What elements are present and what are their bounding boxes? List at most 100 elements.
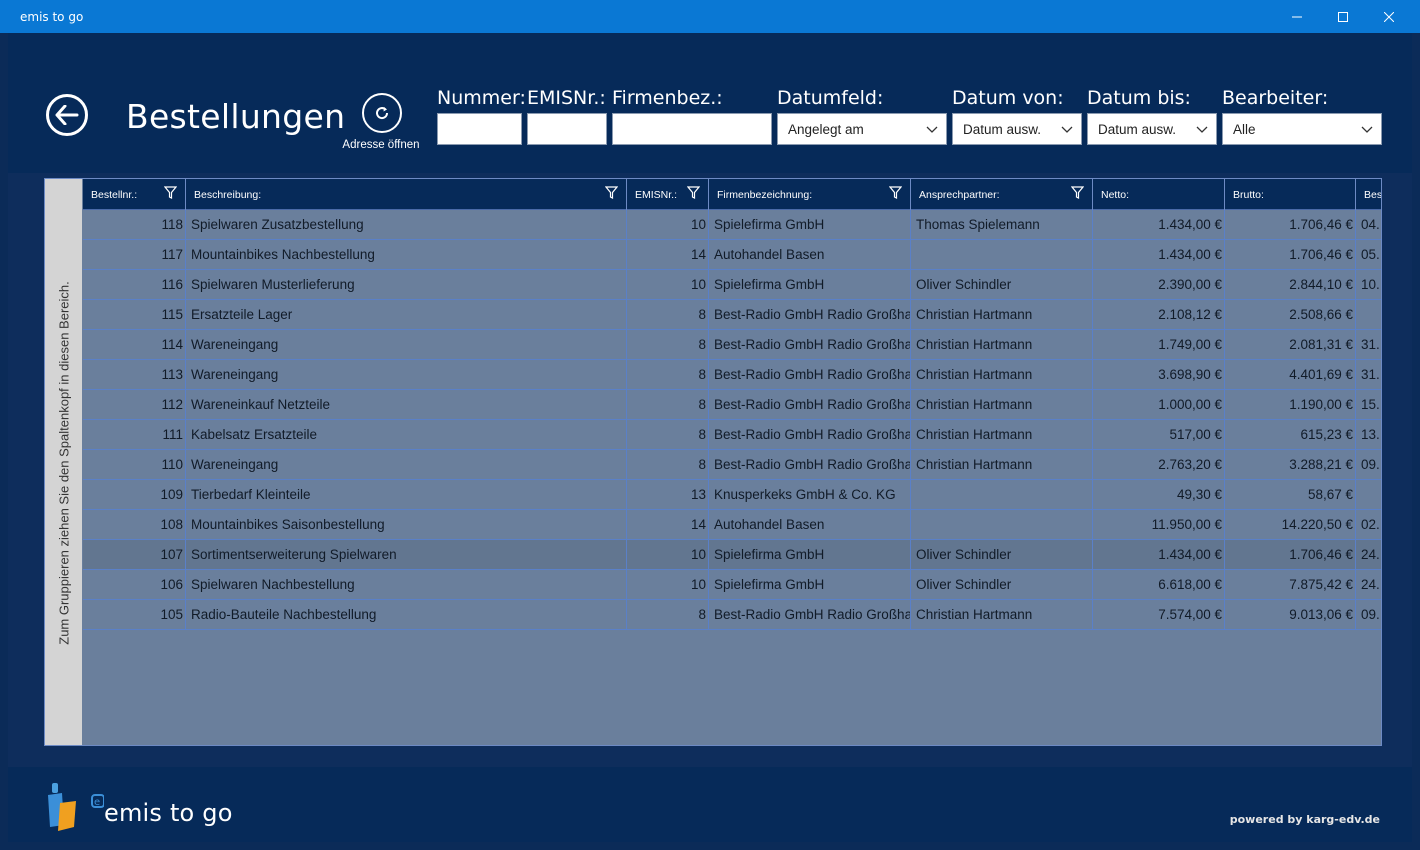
col-emisnr-cell: 14 (627, 240, 709, 270)
table-row[interactable]: 111 Kabelsatz Ersatzteile 8 Best-Radio GmbH… (83, 420, 1381, 450)
col-bestelldatum-cell: 09. (1356, 450, 1381, 480)
emisnr-input[interactable] (527, 113, 607, 145)
close-button[interactable] (1366, 0, 1412, 33)
filter-icon[interactable] (1071, 186, 1084, 199)
col-bestelldatum-cell: 04. (1356, 210, 1381, 240)
col-beschreibung-cell: Radio-Bauteile Nachbestellung (186, 600, 627, 630)
back-button[interactable] (46, 94, 88, 136)
filter-icon[interactable] (687, 186, 700, 199)
table-row[interactable]: 114 Wareneingang 8 Best-Radio GmbH Radio Gr… (83, 330, 1381, 360)
col-ansprechpartner-cell: Christian Hartmann (911, 330, 1093, 360)
nummer-input[interactable] (437, 113, 522, 145)
open-address-button[interactable]: Adresse öffnen (338, 93, 424, 155)
col-netto-cell: 49,30 € (1093, 480, 1225, 510)
col-netto-cell: 2.108,12 € (1093, 300, 1225, 330)
page-header: Bestellungen Adresse öffnen Nummer: EMIS… (8, 33, 1412, 173)
col-brutto-cell: 1.706,46 € (1225, 240, 1356, 270)
table-row[interactable]: 115 Ersatzteile Lager 8 Best-Radio GmbH Rad… (83, 300, 1381, 330)
table-row[interactable]: 105 Radio-Bauteile Nachbestellung 8 Best-Ra… (83, 600, 1381, 630)
col-brutto-cell: 3.288,21 € (1225, 450, 1356, 480)
column-header-label: Brutto: (1233, 189, 1264, 201)
col-netto-cell: 7.574,00 € (1093, 600, 1225, 630)
table-row[interactable]: 112 Wareneinkauf Netzteile 8 Best-Radio Gmb… (83, 390, 1381, 420)
datum-bis-label: Datum bis: (1087, 87, 1191, 109)
group-hint: Zum Gruppieren ziehen Sie den Spaltenkop… (56, 281, 72, 645)
col-netto-cell: 3.698,90 € (1093, 360, 1225, 390)
datum-von-picker[interactable]: Datum ausw. (952, 113, 1082, 145)
col-brutto-header[interactable]: Brutto: (1225, 179, 1356, 210)
emis-logo-icon: e (48, 783, 104, 831)
col-ansprechpartner-cell (911, 240, 1093, 270)
col-ansprechpartner-cell: Thomas Spielemann (911, 210, 1093, 240)
col-netto-cell: 6.618,00 € (1093, 570, 1225, 600)
col-netto-cell: 1.434,00 € (1093, 540, 1225, 570)
col-bestelldatum-cell: 31. (1356, 330, 1381, 360)
col-brutto-cell: 1.706,46 € (1225, 210, 1356, 240)
filter-icon[interactable] (605, 186, 618, 199)
col-brutto-cell: 1.190,00 € (1225, 390, 1356, 420)
col-brutto-cell: 14.220,50 € (1225, 510, 1356, 540)
col-bestellnr-cell: 118 (83, 210, 186, 240)
col-netto-header[interactable]: Netto: (1093, 179, 1225, 210)
table-row[interactable]: 118 Spielwaren Zusatzbestellung 10 Spielefi… (83, 210, 1381, 240)
group-panel[interactable]: Zum Gruppieren ziehen Sie den Spaltenkop… (45, 179, 82, 745)
col-firmenbezeichnung-cell: Spielefirma GmbH (709, 570, 911, 600)
col-beschreibung-cell: Spielwaren Nachbestellung (186, 570, 627, 600)
bearbeiter-select[interactable]: Alle (1222, 113, 1382, 145)
col-emisnr-cell: 8 (627, 450, 709, 480)
col-bestellnr-cell: 112 (83, 390, 186, 420)
maximize-button[interactable] (1320, 0, 1366, 33)
col-beschreibung-cell: Spielwaren Musterlieferung (186, 270, 627, 300)
grid-body: 118 Spielwaren Zusatzbestellung 10 Spielefi… (83, 210, 1381, 630)
col-firmenbezeichnung-cell: Spielefirma GmbH (709, 210, 911, 240)
table-row[interactable]: 116 Spielwaren Musterlieferung 10 Spielefir… (83, 270, 1381, 300)
datum-bis-picker[interactable]: Datum ausw. (1087, 113, 1217, 145)
table-row[interactable]: 106 Spielwaren Nachbestellung 10 Spielefirm… (83, 570, 1381, 600)
col-firmenbezeichnung-cell: Knusperkeks GmbH & Co. KG (709, 480, 911, 510)
col-bestellnr-cell: 110 (83, 450, 186, 480)
table-row[interactable]: 108 Mountainbikes Saisonbestellung 14 Autoh… (83, 510, 1381, 540)
col-ansprechpartner-cell: Christian Hartmann (911, 450, 1093, 480)
table-row[interactable]: 110 Wareneingang 8 Best-Radio GmbH Radio Gr… (83, 450, 1381, 480)
col-emisnr-cell: 10 (627, 570, 709, 600)
col-emisnr-header[interactable]: EMISNr.: (627, 179, 709, 210)
powered-by-link[interactable]: powered by karg-edv.de (1230, 813, 1380, 826)
refresh-icon (362, 93, 402, 133)
col-beschreibung-header[interactable]: Beschreibung: (186, 179, 627, 210)
col-emisnr-cell: 10 (627, 270, 709, 300)
col-beschreibung-cell: Kabelsatz Ersatzteile (186, 420, 627, 450)
chevron-down-icon (1196, 126, 1208, 133)
orders-grid: Zum Gruppieren ziehen Sie den Spaltenkop… (44, 178, 1382, 746)
filter-icon[interactable] (164, 186, 177, 199)
col-ansprechpartner-cell: Christian Hartmann (911, 360, 1093, 390)
col-beschreibung-cell: Wareneinkauf Netzteile (186, 390, 627, 420)
col-bestellnr-header[interactable]: Bestellnr.: (83, 179, 186, 210)
col-beschreibung-cell: Wareneingang (186, 330, 627, 360)
table-row[interactable]: 113 Wareneingang 8 Best-Radio GmbH Radio Gr… (83, 360, 1381, 390)
col-ansprechpartner-cell: Oliver Schindler (911, 270, 1093, 300)
col-ansprechpartner-cell: Christian Hartmann (911, 300, 1093, 330)
table-row[interactable]: 117 Mountainbikes Nachbestellung 14 Autohan… (83, 240, 1381, 270)
minimize-button[interactable] (1274, 0, 1320, 33)
col-emisnr-cell: 8 (627, 420, 709, 450)
col-firmenbezeichnung-cell: Spielefirma GmbH (709, 540, 911, 570)
col-beschreibung-cell: Wareneingang (186, 450, 627, 480)
col-firmenbezeichnung-header[interactable]: Firmenbezeichnung: (709, 179, 911, 210)
firmenbez-input[interactable] (612, 113, 772, 145)
table-row[interactable]: 109 Tierbedarf Kleinteile 13 Knusperkeks Gm… (83, 480, 1381, 510)
col-ansprechpartner-header[interactable]: Ansprechpartner: (911, 179, 1093, 210)
col-bestellnr-cell: 117 (83, 240, 186, 270)
column-header-label: Bes (1364, 189, 1382, 201)
col-ansprechpartner-cell (911, 480, 1093, 510)
open-address-label: Adresse öffnen (342, 139, 420, 151)
app-window: emis to go Bestellungen Adresse öffnen N… (0, 0, 1420, 850)
col-emisnr-cell: 8 (627, 300, 709, 330)
col-firmenbezeichnung-cell: Best-Radio GmbH Radio Großhandel (709, 450, 911, 480)
column-header-label: Firmenbezeichnung: (717, 189, 813, 201)
filter-icon[interactable] (889, 186, 902, 199)
datumfeld-select[interactable]: Angelegt am (777, 113, 947, 145)
datum-von-label: Datum von: (952, 87, 1064, 109)
col-firmenbezeichnung-cell: Best-Radio GmbH Radio Großhandel (709, 360, 911, 390)
col-bestelldatum-header[interactable]: Bes (1356, 179, 1382, 210)
table-row[interactable]: 107 Sortimentserweiterung Spielwaren 10 Spi… (83, 540, 1381, 570)
